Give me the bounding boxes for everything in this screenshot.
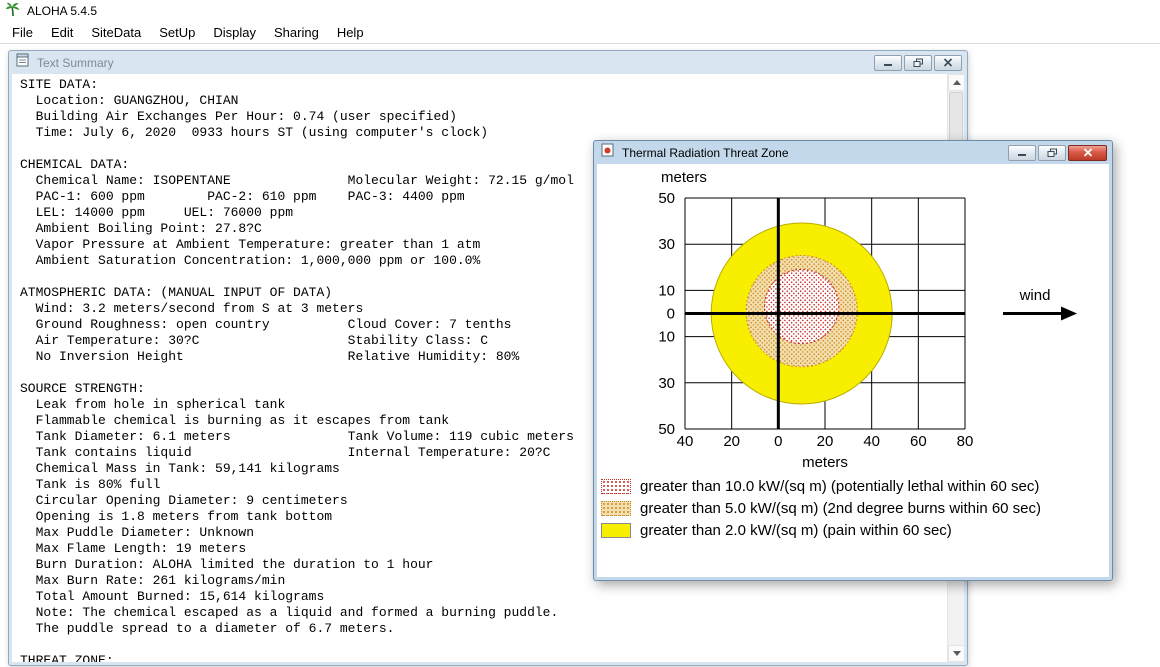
legend-swatch-red-dots [601,478,631,494]
svg-text:20: 20 [817,433,834,450]
threat-zone-window-controls [1006,144,1107,161]
mdi-workspace: Text Summary SITE DATA: Location: GUANGZ… [0,45,1160,667]
ts-close-button[interactable] [934,54,962,71]
restore-icon [1047,148,1057,157]
text-summary-doc-icon [16,53,30,72]
tz-close-button[interactable] [1068,144,1107,161]
legend-swatch-tan-dots [601,500,631,516]
menu-bar: File Edit SiteData SetUp Display Sharing Help [0,22,1160,44]
tz-minimize-button[interactable] [1008,144,1036,161]
legend-item: greater than 5.0 kW/(sq m) (2nd degree b… [601,499,1041,517]
aloha-app-window: ALOHA 5.4.5 File Edit SiteData SetUp Display… [0,0,1160,667]
legend-label: greater than 2.0 kW/(sq m) (pain within … [640,521,952,539]
svg-text:0: 0 [774,433,782,450]
svg-text:10: 10 [658,282,675,299]
svg-text:50: 50 [658,421,675,438]
legend-item: greater than 10.0 kW/(sq m) (potentially… [601,477,1041,495]
minimize-icon [1018,154,1026,156]
app-title: ALOHA 5.4.5 [27,4,98,18]
legend-label: greater than 5.0 kW/(sq m) (2nd degree b… [640,499,1042,517]
scroll-down-button[interactable] [948,645,964,662]
ts-minimize-button[interactable] [874,54,902,71]
svg-text:40: 40 [863,433,880,450]
svg-text:meters: meters [661,169,707,186]
legend-item: greater than 2.0 kW/(sq m) (pain within … [601,521,1041,539]
text-summary-window-controls [872,54,962,71]
restore-icon [913,58,923,67]
svg-text:30: 30 [658,375,675,392]
svg-text:meters: meters [802,454,848,471]
close-icon [943,58,953,67]
menu-sitedata[interactable]: SiteData [82,22,150,43]
svg-text:20: 20 [723,433,740,450]
aloha-logo-icon [5,1,21,22]
svg-text:40: 40 [677,433,694,450]
svg-text:10: 10 [658,329,675,346]
legend-label: greater than 10.0 kW/(sq m) (potentially… [640,477,1040,495]
menu-file[interactable]: File [3,22,42,43]
legend-swatch-yellow [601,522,631,538]
summary-text: SITE DATA: Location: GUANGZHOU, CHIAN Bu… [20,77,574,662]
triangle-up-icon [952,80,961,85]
threat-zone-body: 50 30 10 0 10 30 50 40 20 0 20 40 60 80 meters meters wi… [597,164,1109,577]
text-summary-titlebar[interactable]: Text Summary [9,51,967,74]
menu-sharing[interactable]: Sharing [265,22,328,43]
minimize-icon [884,64,892,66]
menu-display[interactable]: Display [204,22,265,43]
triangle-down-icon [952,651,961,656]
svg-text:30: 30 [658,236,675,253]
app-titlebar[interactable]: ALOHA 5.4.5 [0,0,1160,22]
svg-text:60: 60 [910,433,927,450]
ts-restore-button[interactable] [904,54,932,71]
svg-text:80: 80 [957,433,974,450]
svg-text:50: 50 [658,190,675,207]
threat-zone-window: Thermal Radiation Threat Zone 50 30 10 0… [593,140,1113,581]
menu-edit[interactable]: Edit [42,22,82,43]
text-summary-title: Text Summary [37,55,114,70]
threat-zone-titlebar[interactable]: Thermal Radiation Threat Zone [594,141,1112,164]
svg-text:0: 0 [667,306,675,323]
menu-help[interactable]: Help [328,22,373,43]
threat-zone-title: Thermal Radiation Threat Zone [622,145,789,160]
threat-zone-doc-icon [601,143,615,162]
close-icon [1083,148,1092,157]
threat-zone-chart: 503010010305040 20 0 20 40 60 80metersmeterswi… [658,169,1077,471]
scroll-up-button[interactable] [948,74,964,91]
svg-text:wind: wind [1019,287,1051,304]
tz-restore-button[interactable] [1038,144,1066,161]
threat-legend: greater than 10.0 kW/(sq m) (potentially… [601,477,1041,543]
menu-setup[interactable]: SetUp [150,22,204,43]
